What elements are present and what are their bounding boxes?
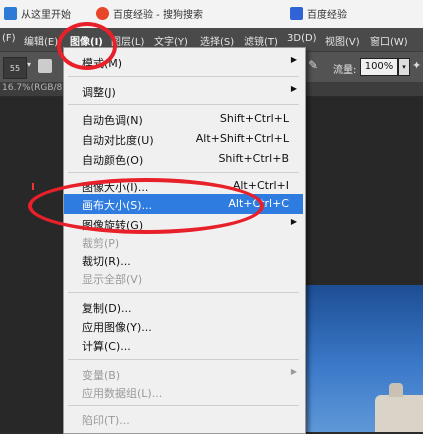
menu-item-label: 复制(D)... bbox=[82, 302, 132, 315]
menu-item-auto-color[interactable]: 自动颜色(O) Shift+Ctrl+B bbox=[64, 149, 303, 169]
chevron-down-icon[interactable]: ▾ bbox=[27, 60, 31, 69]
bookmark-home[interactable]: 从这里开始 bbox=[4, 6, 71, 21]
brush-size-value: 55 bbox=[9, 64, 21, 73]
bookmark-sogou[interactable]: 百度经验 - 搜狗搜索 bbox=[96, 6, 203, 21]
menu-item-shortcut: Shift+Ctrl+L bbox=[219, 112, 289, 125]
annotation-ellipse-image-menu bbox=[57, 22, 117, 70]
bookmark-label: 百度经验 - 搜狗搜索 bbox=[113, 10, 203, 21]
menu-item-adjust[interactable]: 调整(J) ▶ bbox=[64, 81, 303, 101]
menu-item-label: 变量(B) bbox=[82, 369, 121, 382]
flow-dropdown-button[interactable]: ▾ bbox=[398, 58, 410, 76]
menu-select[interactable]: 选择(S) bbox=[200, 33, 234, 48]
menu-item-label: 调整(J) bbox=[82, 86, 116, 99]
menu-item-apply-image[interactable]: 应用图像(Y)... bbox=[64, 316, 303, 336]
document-image bbox=[303, 285, 423, 432]
annotation-ellipse-canvas-size bbox=[28, 178, 264, 234]
menu-item-label: 陷印(T)... bbox=[82, 414, 130, 427]
menu-window[interactable]: 窗口(W) bbox=[370, 33, 408, 48]
menu-item-trap[interactable]: 陷印(T)... bbox=[64, 409, 303, 429]
menu-item-duplicate[interactable]: 复制(D)... bbox=[64, 297, 303, 317]
menu-item-auto-tone[interactable]: 自动色调(N) Shift+Ctrl+L bbox=[64, 109, 303, 129]
menu-text[interactable]: 文字(Y) bbox=[154, 33, 188, 48]
menu-item-label: 自动对比度(U) bbox=[82, 134, 154, 147]
menu-3d[interactable]: 3D(D) bbox=[287, 33, 317, 44]
flow-input[interactable]: 100% bbox=[360, 58, 398, 76]
menu-item-calculations[interactable]: 计算(C)... bbox=[64, 335, 303, 355]
menu-item-label: 应用图像(Y)... bbox=[82, 321, 152, 334]
menu-item-label: 裁切(R)... bbox=[82, 255, 131, 268]
submenu-arrow-icon: ▶ bbox=[290, 84, 297, 93]
bookmark-label: 百度经验 bbox=[307, 10, 347, 21]
menu-item-label: 应用数据组(L)... bbox=[82, 387, 163, 400]
menu-separator bbox=[68, 405, 299, 406]
menu-view[interactable]: 视图(V) bbox=[325, 33, 360, 48]
menu-separator bbox=[68, 172, 299, 173]
bookmark-baidu[interactable]: 百度经验 bbox=[290, 6, 347, 21]
menu-filter[interactable]: 滤镜(T) bbox=[244, 33, 278, 48]
menu-item-reveal-all[interactable]: 显示全部(V) bbox=[64, 268, 303, 288]
brush-preset-picker[interactable]: 55 bbox=[3, 57, 27, 79]
menu-separator bbox=[68, 292, 299, 293]
menu-item-label: 计算(C)... bbox=[82, 340, 131, 353]
menu-item-label: 自动颜色(O) bbox=[82, 154, 144, 167]
document-zoom-info: 16.7%(RGB/8 bbox=[2, 83, 63, 93]
menu-item-auto-contrast[interactable]: 自动对比度(U) Alt+Shift+Ctrl+L bbox=[64, 129, 303, 149]
flow-label: 流量: bbox=[333, 65, 357, 76]
image-menu-dropdown: 模式(M) ▶ 调整(J) ▶ 自动色调(N) Shift+Ctrl+L 自动对… bbox=[63, 47, 306, 434]
menu-item-trim[interactable]: 裁切(R)... bbox=[64, 250, 303, 270]
bookmark-bar: 从这里开始 百度经验 - 搜狗搜索 百度经验 bbox=[0, 0, 423, 29]
building-tower bbox=[389, 383, 403, 397]
menu-item-variables[interactable]: 变量(B) ▶ bbox=[64, 364, 303, 384]
menu-item-crop[interactable]: 裁剪(P) bbox=[64, 232, 303, 252]
sogou-icon bbox=[96, 7, 109, 20]
home-icon bbox=[4, 7, 17, 20]
submenu-arrow-icon: ▶ bbox=[290, 367, 297, 376]
baidu-icon bbox=[290, 7, 303, 20]
airbrush-icon[interactable]: ✎ bbox=[308, 58, 318, 72]
canvas-marker bbox=[32, 183, 34, 190]
submenu-arrow-icon: ▶ bbox=[290, 55, 297, 64]
menu-item-shortcut: Shift+Ctrl+B bbox=[218, 152, 289, 165]
menu-item-label: 自动色调(N) bbox=[82, 114, 143, 127]
menu-separator bbox=[68, 104, 299, 105]
menu-file[interactable]: (F) bbox=[2, 33, 16, 44]
airbrush-toggle-icon[interactable]: ✦ bbox=[412, 59, 421, 72]
menu-item-shortcut: Alt+Shift+Ctrl+L bbox=[195, 132, 289, 145]
brush-panel-icon[interactable] bbox=[38, 59, 52, 73]
menu-item-label: 裁剪(P) bbox=[82, 237, 120, 250]
building-silhouette bbox=[375, 395, 423, 432]
flow-value: 100% bbox=[364, 61, 394, 72]
menu-separator bbox=[68, 359, 299, 360]
menu-separator bbox=[68, 76, 299, 77]
submenu-arrow-icon: ▶ bbox=[290, 217, 297, 226]
menu-edit[interactable]: 编辑(E) bbox=[24, 33, 58, 48]
menu-item-apply-data-set[interactable]: 应用数据组(L)... bbox=[64, 382, 303, 402]
menu-item-label: 显示全部(V) bbox=[82, 273, 143, 286]
bookmark-label: 从这里开始 bbox=[21, 10, 71, 21]
